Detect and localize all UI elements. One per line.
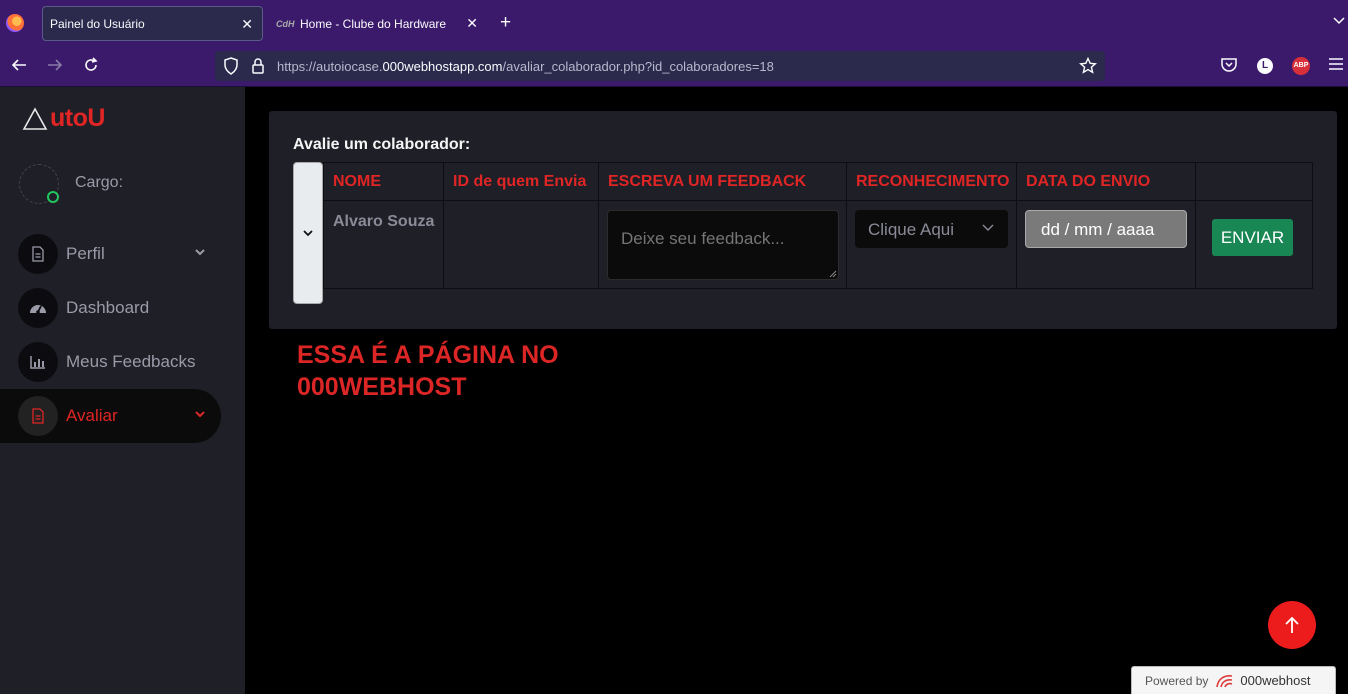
bar-chart-icon (18, 342, 58, 382)
column-header: NOME (333, 173, 381, 190)
triangle-logo-icon (22, 106, 48, 130)
url-domain: 000webhostapp.com (382, 59, 503, 74)
sidebar-item-label: Meus Feedbacks (66, 352, 196, 371)
chevron-down-icon (195, 411, 205, 418)
new-tab-plus-icon[interactable]: + (500, 13, 511, 33)
firefox-logo-icon[interactable] (6, 14, 24, 32)
cargo-label: Cargo: (75, 174, 124, 191)
url-prefix: https://autoiocase. (277, 59, 383, 74)
brand-name: utoU (50, 104, 105, 132)
reconhecimento-select[interactable]: Clique Aqui (855, 210, 1008, 248)
powered-by-badge[interactable]: Powered by 000webhost (1131, 666, 1336, 694)
tab-close-icon[interactable]: ✕ (241, 16, 253, 32)
powered-by-label: Powered by (1145, 673, 1209, 688)
chevron-down-icon (303, 230, 313, 237)
lock-icon[interactable] (251, 57, 265, 75)
select-value: Clique Aqui (868, 220, 955, 239)
chevron-down-icon (982, 224, 994, 231)
sidebar-item-perfil[interactable]: Perfil (0, 227, 221, 281)
gauge-icon (18, 288, 58, 328)
pocket-icon[interactable] (1220, 56, 1238, 74)
tab-title: Home - Clube do Hardware (300, 16, 447, 31)
date-input[interactable]: dd / mm / aaaa (1025, 210, 1187, 248)
collaborator-name: Alvaro Souza (333, 213, 435, 230)
tab-painel-do-usuario[interactable]: Painel do Usuário ✕ (42, 6, 263, 41)
browser-tab-bar: Painel do Usuário ✕ CdH Home - Clube do … (0, 0, 1348, 46)
resize-grip-icon[interactable] (829, 270, 837, 278)
forward-arrow-icon[interactable] (45, 56, 65, 76)
url-bar[interactable]: https://autoiocase.000webhostapp.com/ava… (215, 51, 1105, 81)
sidebar-item-dashboard[interactable]: Dashboard (0, 281, 221, 335)
powered-by-brand: 000webhost (1240, 673, 1311, 688)
back-to-top-button[interactable] (1268, 601, 1316, 649)
tracking-shield-icon[interactable] (223, 57, 239, 75)
adblock-plus-icon[interactable]: ABP (1292, 57, 1310, 75)
document-icon (18, 234, 58, 274)
reload-icon[interactable] (81, 56, 101, 76)
online-status-dot (47, 191, 59, 203)
url-text: https://autoiocase.000webhostapp.com/ava… (277, 59, 774, 74)
brand-logo[interactable]: utoU (22, 104, 105, 133)
tab-close-icon[interactable]: ✕ (466, 15, 478, 31)
column-header: ESCREVA UM FEEDBACK (608, 173, 807, 190)
sidebar-item-avaliar[interactable]: Avaliar (0, 389, 221, 443)
sidebar-item-meus-feedbacks[interactable]: Meus Feedbacks (0, 335, 221, 389)
column-reconhecimento: RECONHECIMENTO Clique Aqui (847, 163, 1017, 288)
sidebar-item-label: Avaliar (66, 406, 118, 425)
column-data-envio: DATA DO ENVIO dd / mm / aaaa (1017, 163, 1196, 288)
feedback-textarea[interactable] (607, 210, 839, 280)
send-button[interactable]: ENVIAR (1212, 219, 1293, 256)
tab-title: Painel do Usuário (50, 16, 145, 31)
card-title: Avalie um colaborador: (293, 136, 471, 153)
collaborator-select-toggle[interactable] (293, 162, 323, 304)
bookmark-star-icon[interactable] (1079, 57, 1097, 75)
column-header: DATA DO ENVIO (1026, 173, 1151, 190)
hosting-banner-text: ESSA É A PÁGINA NO 000WEBHOST (297, 341, 559, 401)
chevron-down-icon (195, 249, 205, 256)
sidebar-item-label: Perfil (66, 244, 105, 263)
url-path: /avaliar_colaborador.php?id_colaboradore… (502, 59, 774, 74)
sidebar: utoU Cargo: Perfil Dashboard Meus Feedba… (0, 87, 245, 694)
evaluation-table: NOME Alvaro Souza ID de quem Envia ESCRE… (323, 162, 1313, 289)
arrow-up-icon (1285, 616, 1299, 633)
evaluate-card: Avalie um colaborador: NOME Alvaro Souza… (269, 111, 1337, 329)
column-feedback: ESCREVA UM FEEDBACK (599, 163, 847, 288)
sidebar-item-label: Dashboard (66, 298, 150, 317)
tab-clube-do-hardware[interactable]: CdH Home - Clube do Hardware ✕ (272, 6, 487, 41)
clube-hardware-favicon-icon: CdH (276, 18, 295, 29)
column-header: ID de quem Envia (453, 173, 587, 190)
list-all-tabs-chevron-icon[interactable] (1333, 14, 1345, 26)
column-id-envia: ID de quem Envia (444, 163, 599, 288)
app-menu-hamburger-icon[interactable] (1328, 56, 1344, 72)
account-avatar-icon[interactable]: L (1257, 58, 1273, 74)
back-arrow-icon[interactable] (9, 56, 29, 76)
column-header: RECONHECIMENTO (856, 173, 1010, 190)
browser-nav-bar: https://autoiocase.000webhostapp.com/ava… (0, 46, 1348, 87)
document-icon (18, 396, 58, 436)
000webhost-logo-icon (1216, 674, 1233, 687)
column-action: ENVIAR (1196, 163, 1312, 288)
column-nome: NOME Alvaro Souza (324, 163, 444, 288)
